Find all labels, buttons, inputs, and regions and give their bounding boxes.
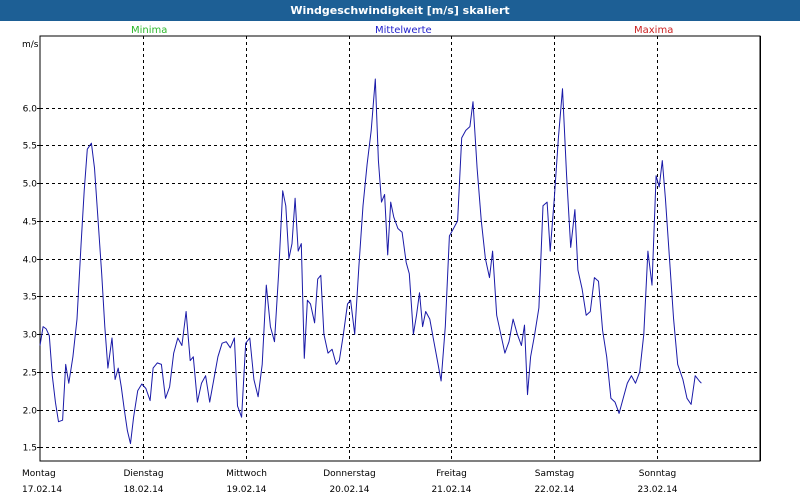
x-tick-label-date: 22.02.14 bbox=[534, 485, 574, 495]
x-tick-label-date: 17.02.14 bbox=[22, 485, 62, 495]
x-tick-label-day: Donnerstag bbox=[323, 469, 376, 479]
y-tick-label: 2.0 bbox=[23, 407, 38, 417]
y-tick-label: 5.0 bbox=[23, 180, 38, 190]
x-tick-label-date: 21.02.14 bbox=[431, 485, 471, 495]
x-tick-label-day: Mittwoch bbox=[226, 469, 267, 479]
x-tick-label-day: Dienstag bbox=[123, 469, 163, 479]
x-tick-label-day: Sonntag bbox=[639, 469, 676, 479]
y-tick-label: 5.5 bbox=[23, 142, 37, 152]
x-tick-label-date: 19.02.14 bbox=[226, 485, 266, 495]
y-tick-label: 3.5 bbox=[23, 293, 37, 303]
x-tick-label-date: 20.02.14 bbox=[329, 485, 369, 495]
y-tick-label: 3.0 bbox=[23, 331, 38, 341]
y-tick-label: 6.0 bbox=[23, 105, 38, 115]
y-tick-label: 4.5 bbox=[23, 218, 37, 228]
plot-area bbox=[39, 35, 761, 462]
x-tick-label-day: Samstag bbox=[535, 469, 574, 479]
y-tick-label: 4.0 bbox=[23, 256, 38, 266]
x-tick-label-date: 23.02.14 bbox=[637, 485, 677, 495]
y-tick-label: 1.5 bbox=[23, 444, 37, 454]
y-tick-label: 2.5 bbox=[23, 369, 37, 379]
line-chart: 1.5 2.0 2.5 3.0 3.5 4.0 4.5 5.0 5.5 6.0 Montag 17.0… bbox=[22, 35, 761, 495]
x-tick-label-day: Freitag bbox=[436, 469, 467, 479]
x-tick-label-day: Montag bbox=[22, 469, 56, 479]
x-tick-label-date: 18.02.14 bbox=[123, 485, 163, 495]
